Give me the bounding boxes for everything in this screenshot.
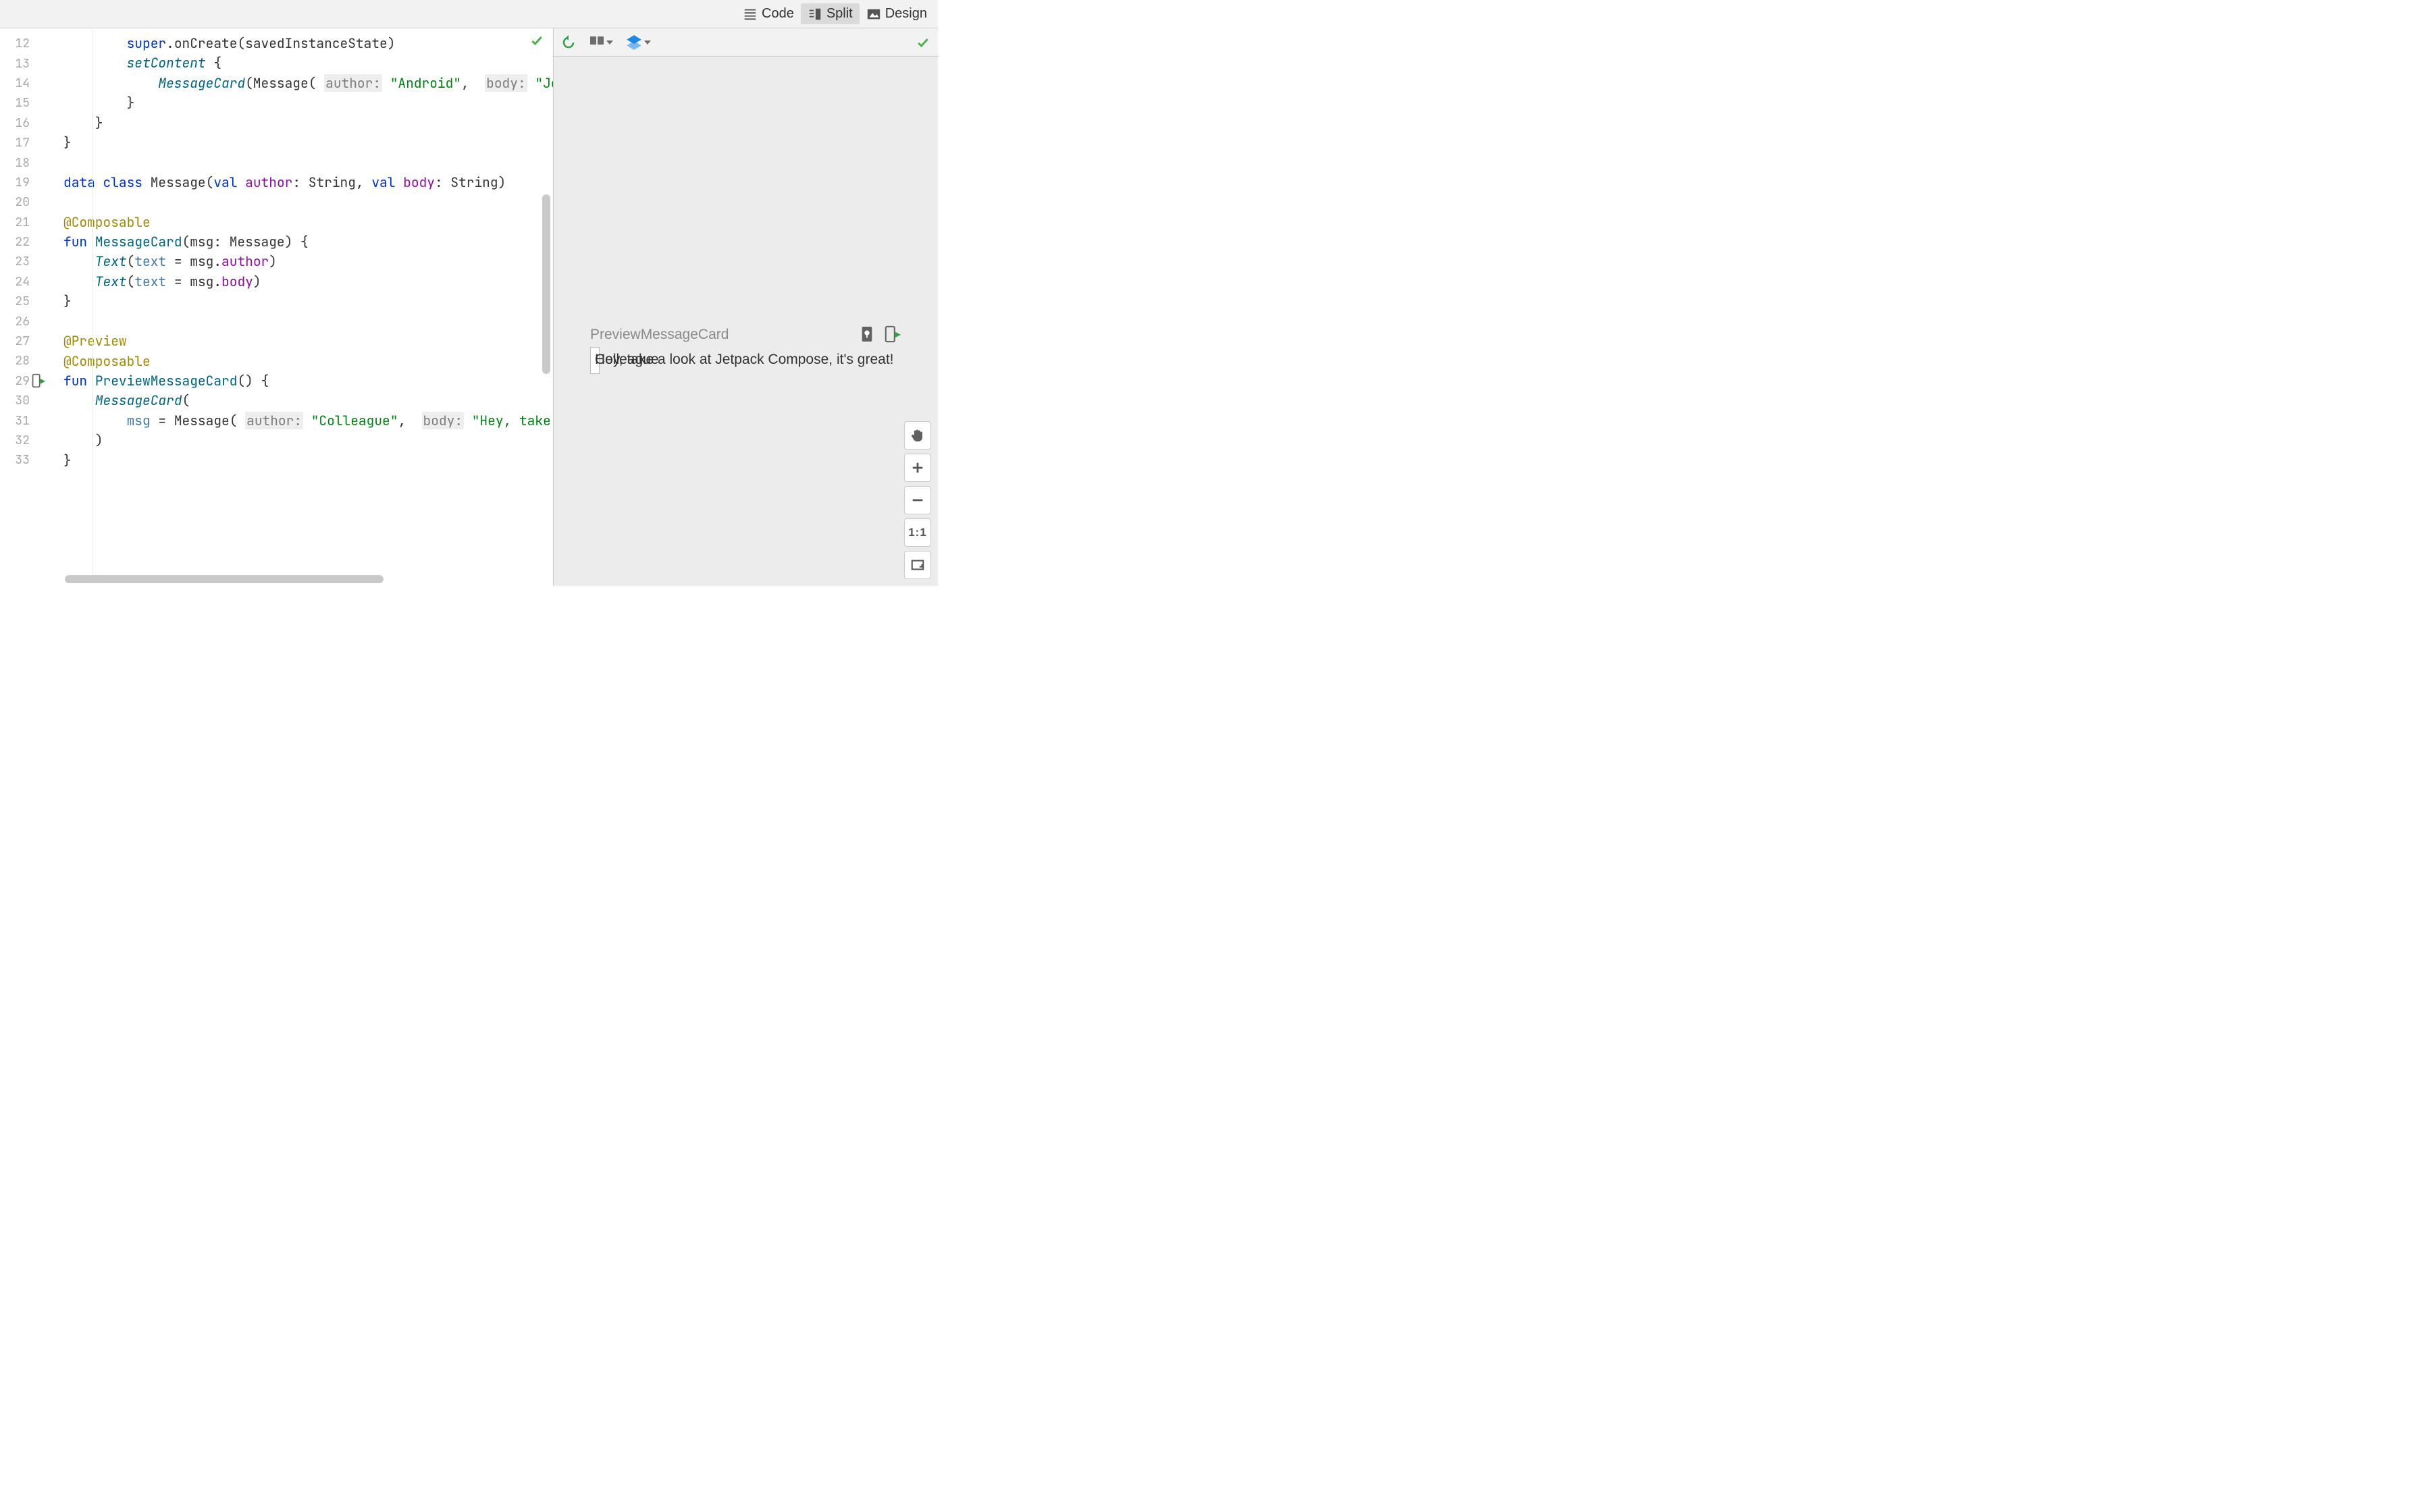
pan-button[interactable] [904,421,931,450]
analysis-ok-icon[interactable] [529,34,545,47]
code-line[interactable]: MessageCard( [47,391,553,410]
code-line[interactable]: data class Message(val author: String, v… [47,173,553,192]
code-line[interactable]: } [47,113,553,133]
horizontal-scrollbar[interactable] [65,575,384,583]
preview-canvas[interactable]: PreviewMessageCard Colleague Hey, take a… [554,57,938,586]
tab-code[interactable]: Code [736,3,801,24]
code-line[interactable]: @Preview [47,331,553,351]
code-area[interactable]: super.onCreate(savedInstanceState) setCo… [47,28,553,586]
preview-composable-name: PreviewMessageCard [590,327,729,343]
code-line[interactable]: } [47,93,553,113]
preview-zoom-controls: 1:1 [904,421,931,579]
preview-pane: PreviewMessageCard Colleague Hey, take a… [554,28,938,586]
preview-toolbar [554,28,938,57]
refresh-button[interactable] [560,34,577,51]
code-line[interactable]: } [47,133,553,153]
zoom-in-button[interactable] [904,454,931,482]
deploy-preview-button[interactable] [884,325,899,342]
line-number: 28 [0,351,47,371]
image-icon [866,7,881,22]
ide-window: Code Split Design 1213141516171819202122… [0,0,938,586]
view-mode-tabs: Code Split Design [0,0,938,28]
line-number: 19 [0,173,47,192]
line-number: 27 [0,331,47,351]
preview-rendered-output: Colleague Hey, take a look at Jetpack Co… [590,347,600,374]
line-number: 21 [0,213,47,232]
line-number: 31 [0,410,47,430]
zoom-reset-button[interactable]: 1:1 [904,518,931,547]
code-line[interactable]: @Composable [47,352,553,371]
tab-code-label: Code [762,6,794,22]
tab-design[interactable]: Design [860,3,934,24]
editor-pane: 1213141516171819202122232425262728293031… [0,28,554,586]
tab-design-label: Design [885,6,927,22]
line-number: 12 [0,34,47,53]
line-number: 32 [0,431,47,450]
tab-split-label: Split [826,6,853,22]
vertical-scrollbar[interactable] [542,194,550,374]
code-line[interactable]: fun PreviewMessageCard() { [47,371,553,391]
line-number: 23 [0,252,47,271]
line-number: 30 [0,391,47,410]
line-number: 18 [0,153,47,172]
code-line[interactable]: Text(text = msg.author) [47,252,553,271]
line-number: 33 [0,450,47,470]
code-line[interactable]: fun MessageCard(msg: Message) { [47,232,553,252]
line-number: 26 [0,311,47,331]
run-preview-gutter-icon[interactable] [31,373,46,388]
code-line[interactable]: } [47,451,553,470]
one-to-one-label: 1:1 [908,526,927,539]
lines-icon [743,7,758,22]
code-line[interactable] [47,153,553,172]
editor-viewport[interactable]: 1213141516171819202122232425262728293031… [0,28,553,586]
layout-toggle-button[interactable] [589,34,613,51]
preview-ok-icon[interactable] [915,36,931,49]
preview-item-actions [860,325,899,342]
layers-button[interactable] [625,34,651,51]
line-number: 14 [0,74,47,93]
line-number: 22 [0,232,47,252]
line-number: 29 [0,371,47,391]
code-line[interactable]: setContent { [47,53,553,73]
line-number: 15 [0,93,47,113]
code-line[interactable]: @Composable [47,213,553,232]
split-icon [808,7,822,22]
zoom-out-button[interactable] [904,486,931,514]
line-number-gutter: 1213141516171819202122232425262728293031… [0,28,47,586]
line-number: 16 [0,113,47,133]
code-line[interactable]: ) [47,431,553,450]
preview-text-body: Hey, take a look at Jetpack Compose, it'… [595,352,894,368]
code-line[interactable]: msg = Message( author: "Colleague", body… [47,411,553,431]
code-line[interactable] [47,192,553,212]
tab-split[interactable]: Split [801,3,860,24]
code-line[interactable]: MessageCard(Message( author: "Android", … [47,74,553,93]
line-number: 25 [0,292,47,311]
interactive-preview-button[interactable] [860,325,874,342]
line-number: 20 [0,192,47,212]
zoom-fit-button[interactable] [904,551,931,579]
main-split: 1213141516171819202122232425262728293031… [0,28,938,586]
code-line[interactable]: super.onCreate(savedInstanceState) [47,34,553,53]
line-number: 17 [0,133,47,153]
line-number: 24 [0,272,47,292]
code-line[interactable]: Text(text = msg.body) [47,272,553,292]
code-line[interactable]: } [47,292,553,311]
line-number: 13 [0,53,47,73]
code-line[interactable] [47,312,553,331]
